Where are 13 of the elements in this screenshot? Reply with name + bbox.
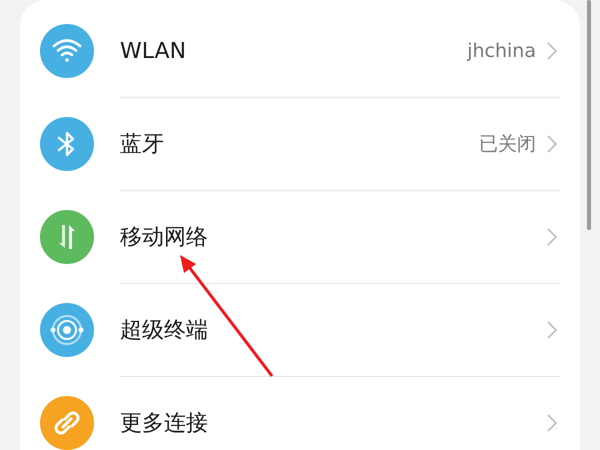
setting-value: jhchina [467, 40, 536, 62]
setting-value: 已关闭 [479, 132, 536, 157]
setting-label[interactable]: 更多连接 [120, 408, 546, 438]
chevron-right-icon[interactable] [546, 227, 558, 247]
setting-label[interactable]: 移动网络 [120, 222, 546, 252]
chevron-right-icon[interactable] [546, 134, 558, 154]
chevron-right-icon[interactable] [546, 413, 558, 433]
setting-label[interactable]: WLAN [120, 38, 468, 64]
setting-label[interactable]: 蓝牙 [120, 129, 479, 159]
chevron-right-icon[interactable] [546, 320, 558, 340]
chevron-right-icon[interactable] [546, 41, 558, 61]
scrollbar[interactable] [587, 0, 591, 230]
setting-label[interactable]: 超级终端 [120, 315, 546, 345]
